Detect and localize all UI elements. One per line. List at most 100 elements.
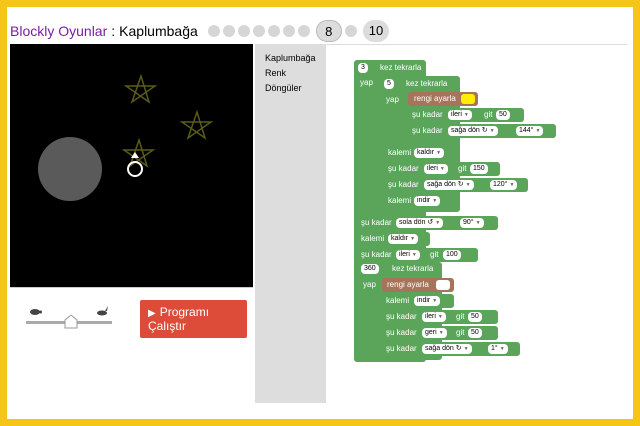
distance-field[interactable]: 50 <box>496 110 510 120</box>
level-last[interactable]: 10 <box>362 20 390 42</box>
play-icon: ▶ <box>148 308 156 319</box>
turn-direction-dropdown[interactable]: sola dön ↺ ▼ <box>396 218 444 228</box>
slider-knob[interactable] <box>64 315 78 329</box>
run-program-button[interactable]: ▶ Programı Çalıştır <box>140 300 247 338</box>
run-label-line2: Çalıştır <box>148 319 187 333</box>
dropdown-arrow-icon: ▼ <box>432 298 438 304</box>
go-label: git <box>430 250 439 259</box>
app-name-link[interactable]: Blockly Oyunlar <box>10 23 107 39</box>
turn-direction-value: sağa dön ↻ <box>425 345 462 352</box>
level-dot-5[interactable] <box>267 25 280 37</box>
angle-value: 144° <box>519 127 534 134</box>
turn-prefix: şu kadar <box>361 218 392 227</box>
pen-state-value: kaldır <box>417 149 435 156</box>
direction-dropdown[interactable]: ileri ▼ <box>422 312 446 322</box>
star-drawing-2 <box>179 109 214 140</box>
direction-dropdown[interactable]: ileri ▼ <box>396 250 420 260</box>
level-dot-4[interactable] <box>252 25 265 37</box>
distance-field[interactable]: 50 <box>468 328 482 338</box>
speed-slider[interactable] <box>26 306 112 330</box>
level-selector: 8 10 <box>207 20 392 42</box>
turn-direction-dropdown[interactable]: sağa dön ↻ ▼ <box>448 126 498 136</box>
turn-prefix: şu kadar <box>386 344 417 353</box>
repeat-inner-count-field[interactable]: 5 <box>384 79 394 89</box>
turn-direction-dropdown[interactable]: sağa dön ↻ ▼ <box>424 180 474 190</box>
go-label: git <box>456 312 465 321</box>
turn-direction-value: sağa dön ↻ <box>427 181 464 188</box>
direction-dropdown[interactable]: ileri ▼ <box>424 164 448 174</box>
repeat-outer-do-label: yap <box>360 78 373 87</box>
repeat-360-label: kez tekrarla <box>392 264 434 273</box>
dropdown-arrow-icon: ▼ <box>509 182 515 188</box>
set-color-label: rengi ayarla <box>414 94 456 103</box>
toolbox-category-color[interactable]: Renk <box>265 68 286 78</box>
toolbox-category-loops[interactable]: Döngüler <box>265 83 302 93</box>
angle-dropdown[interactable]: 90° ▼ <box>460 218 484 228</box>
level-dot-3[interactable] <box>237 25 250 37</box>
angle-dropdown[interactable]: 144° ▼ <box>516 126 544 136</box>
direction-dropdown[interactable]: ileri ▼ <box>448 110 472 120</box>
move-prefix: şu kadar <box>386 328 417 337</box>
distance-field[interactable]: 50 <box>468 312 482 322</box>
turn-direction-value: sağa dön ↻ <box>451 127 488 134</box>
level-dot-1[interactable] <box>207 25 220 37</box>
pen-state-value: indir <box>417 197 431 204</box>
repeat-inner-do-label: yap <box>386 95 399 104</box>
pen-label: kalemi <box>388 196 412 205</box>
direction-value: ileri <box>399 251 410 258</box>
repeat-outer-label: kez tekrarla <box>380 63 422 72</box>
dropdown-arrow-icon: ▼ <box>463 346 469 352</box>
turn-direction-dropdown[interactable]: sağa dön ↻ ▼ <box>422 344 472 354</box>
toolbox-category-turtle[interactable]: Kaplumbağa <box>265 53 316 63</box>
angle-value: 120° <box>493 181 508 188</box>
pen-state-dropdown[interactable]: indir ▼ <box>414 296 441 306</box>
level-dot-9[interactable] <box>344 25 357 37</box>
dropdown-arrow-icon: ▼ <box>439 166 445 172</box>
fast-rabbit-icon <box>97 306 108 316</box>
dropdown-arrow-icon: ▼ <box>475 220 481 226</box>
pen-state-value: indir <box>417 297 431 304</box>
angle-dropdown[interactable]: 120° ▼ <box>490 180 518 190</box>
turtle-canvas <box>10 44 253 287</box>
pen-state-value: kaldır <box>391 235 409 242</box>
dropdown-arrow-icon: ▼ <box>465 182 471 188</box>
move-prefix: şu kadar <box>412 110 443 119</box>
color-swatch-yellow[interactable] <box>461 94 475 104</box>
dropdown-arrow-icon: ▼ <box>410 236 416 242</box>
repeat-360-count-field[interactable]: 360 <box>361 264 379 274</box>
level-dot-7[interactable] <box>297 25 310 37</box>
direction-value: ileri <box>427 165 438 172</box>
dropdown-arrow-icon: ▼ <box>411 252 417 258</box>
repeat-360-do-label: yap <box>363 280 376 289</box>
dropdown-arrow-icon: ▼ <box>499 346 505 352</box>
pen-state-dropdown[interactable]: kaldır ▼ <box>414 148 445 158</box>
repeat-outer-count-field[interactable]: 3 <box>358 63 368 73</box>
pen-state-dropdown[interactable]: kaldır ▼ <box>388 234 419 244</box>
move-prefix: şu kadar <box>386 312 417 321</box>
pen-label: kalemi <box>386 296 410 305</box>
level-dot-2[interactable] <box>222 25 235 37</box>
direction-dropdown[interactable]: geri ▼ <box>422 328 447 338</box>
pen-label: kalemi <box>388 148 412 157</box>
title-separator: : <box>111 23 116 39</box>
color-swatch-white[interactable] <box>436 280 450 290</box>
page-title: Kaplumbağa <box>119 23 198 39</box>
dropdown-arrow-icon: ▼ <box>463 112 469 118</box>
turn-direction-value: sola dön ↺ <box>399 219 434 226</box>
pen-label: kalemi <box>361 234 385 243</box>
pen-state-dropdown[interactable]: indir ▼ <box>414 196 441 206</box>
set-color-label: rengi ayarla <box>387 280 429 289</box>
canvas-divider <box>10 287 253 288</box>
go-label: git <box>484 110 493 119</box>
level-current[interactable]: 8 <box>315 20 342 42</box>
distance-field[interactable]: 100 <box>443 250 461 260</box>
turn-prefix: şu kadar <box>388 180 419 189</box>
direction-value: geri <box>425 329 437 336</box>
angle-value: 90° <box>463 219 474 226</box>
distance-field[interactable]: 150 <box>470 164 488 174</box>
level-dot-6[interactable] <box>282 25 295 37</box>
dropdown-arrow-icon: ▼ <box>432 198 438 204</box>
angle-dropdown[interactable]: 1° ▼ <box>488 344 508 354</box>
turtle-icon <box>127 152 143 177</box>
turtle-shadow-circle <box>38 137 102 201</box>
